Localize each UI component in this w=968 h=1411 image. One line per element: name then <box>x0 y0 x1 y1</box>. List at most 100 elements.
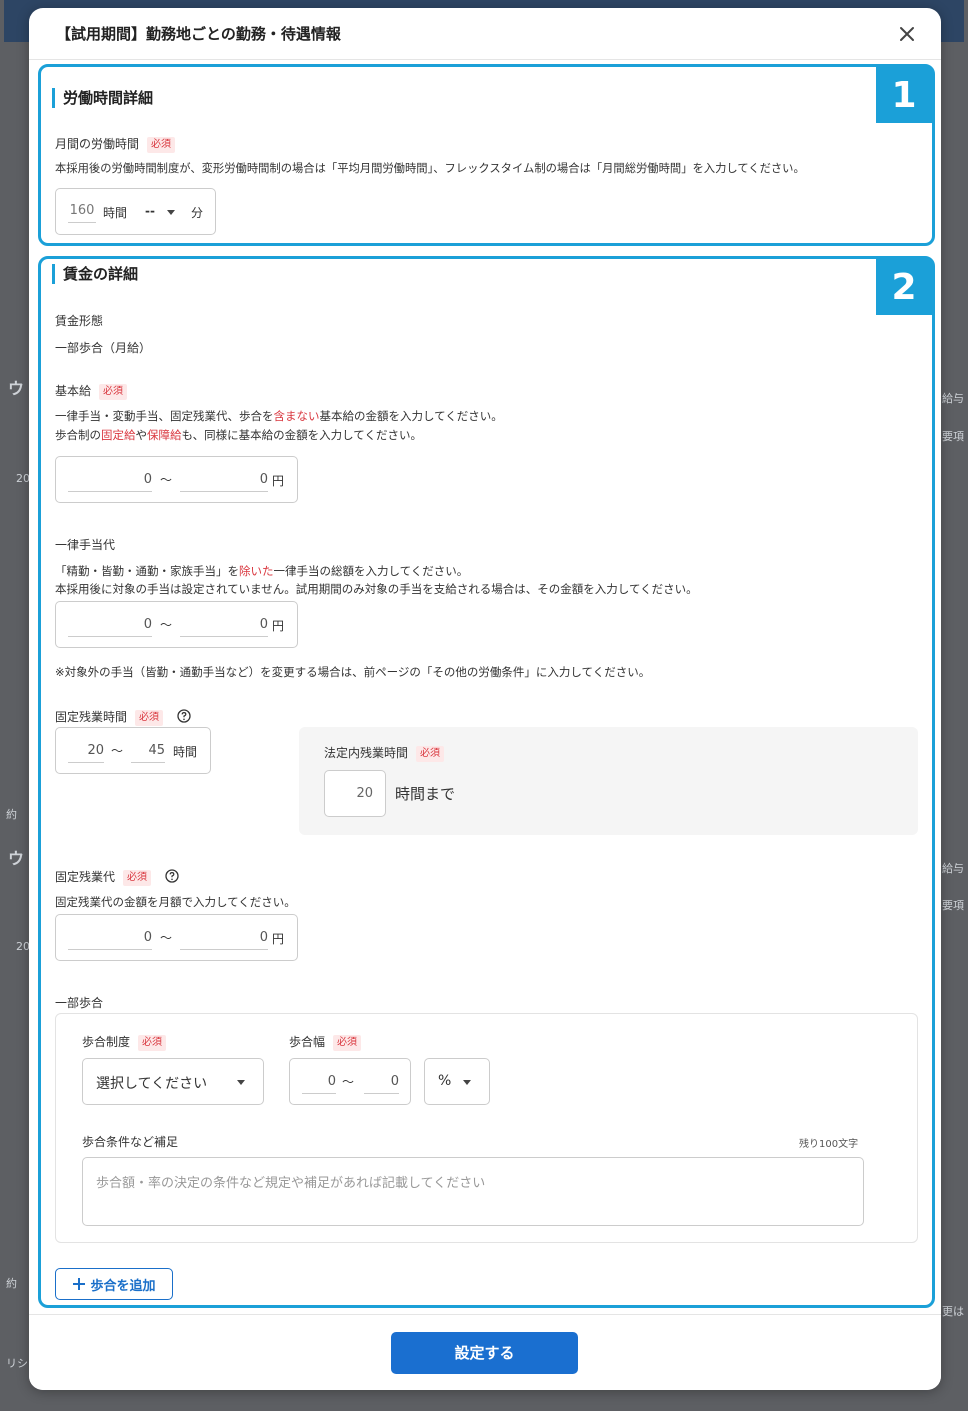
field-description: 本採用後の労働時間制度が、変形労働時間制の場合は「平均月間労働時間」、フレックス… <box>55 162 805 175</box>
add-commission-button[interactable]: 歩合を追加 <box>55 1268 173 1300</box>
close-icon <box>900 27 914 41</box>
background-text: ウ <box>8 379 25 398</box>
field-label-text: 固定残業時間 <box>55 710 128 724</box>
range-tilde: 〜 <box>342 1075 355 1089</box>
background-text: 要項 <box>942 430 964 443</box>
modal-header: 【試用期間】勤務地ごとの勤務・待遇情報 <box>29 8 941 60</box>
commission-unit-select[interactable]: % <box>424 1058 490 1105</box>
required-badge: 必須 <box>416 746 445 762</box>
chevron-down-icon <box>237 1080 245 1085</box>
background-text: 20 <box>16 940 30 953</box>
hours-unit: 時間 <box>103 206 128 220</box>
allowance-min-input[interactable]: 0 <box>68 617 152 637</box>
select-value: 選択してください <box>96 1076 208 1092</box>
background-text: ウ <box>8 849 25 868</box>
field-label: 歩合制度 必須 <box>82 1033 167 1051</box>
wage-type-value: 一部歩合（月給） <box>55 341 152 355</box>
allowance-label: 一律手当代 <box>55 538 116 552</box>
overtime-hours-min-input[interactable]: 20 <box>68 743 104 763</box>
base-salary-range-input: 0 〜 0 円 <box>55 456 298 503</box>
background-text: 更は <box>942 1305 964 1318</box>
field-description: 「精勤・皆勤・通勤・家族手当」を除いた一律手当の総額を入力してください。 <box>55 564 469 578</box>
submit-button[interactable]: 設定する <box>391 1332 578 1374</box>
background-text: 20 <box>16 472 30 485</box>
required-badge: 必須 <box>99 384 128 400</box>
background-text: リシ <box>6 1357 28 1370</box>
minutes-select[interactable]: -- <box>145 204 155 218</box>
required-badge: 必須 <box>123 870 152 886</box>
hours-input[interactable]: 160 <box>68 203 96 223</box>
wage-type-label: 賃金形態 <box>55 314 104 328</box>
base-salary-max-input[interactable]: 0 <box>180 472 268 492</box>
currency-unit: 円 <box>272 619 285 633</box>
field-label-text: 固定残業代 <box>55 870 116 884</box>
plus-icon <box>73 1278 86 1290</box>
fixed-overtime-pay-range: 0 〜 0 円 <box>55 914 298 961</box>
field-label-text: 法定内残業時間 <box>324 746 409 760</box>
field-label: 歩合幅 必須 <box>289 1033 362 1051</box>
overtime-pay-max-input[interactable]: 0 <box>180 930 268 950</box>
select-value: % <box>438 1073 452 1089</box>
commission-label: 一部歩合 <box>55 996 104 1010</box>
field-description: 歩合制の固定給や保障給も、同様に基本給の金額を入力してください。 <box>55 428 422 442</box>
base-salary-min-input[interactable]: 0 <box>68 472 152 492</box>
section-number-badge: 1 <box>876 67 932 123</box>
field-description: 本採用後に対象の手当は設定されていません。試用期間のみ対象の手当を支給される場合… <box>55 582 698 596</box>
hours-unit: 時間 <box>173 745 198 759</box>
settings-modal: 【試用期間】勤務地ごとの勤務・待遇情報 1 労働時間詳細 月間の労働時間 必須 本… <box>29 8 941 1390</box>
textarea-placeholder: 歩合額・率の決定の条件など規定や補足があれば記載してください <box>96 1176 486 1191</box>
allowance-note: ※対象外の手当（皆勤・通勤手当など）を変更する場合は、前ページの「その他の労働条… <box>55 665 651 679</box>
allowance-range-input: 0 〜 0 円 <box>55 601 298 648</box>
range-tilde: 〜 <box>160 618 173 632</box>
section-working-hours: 1 労働時間詳細 月間の労働時間 必須 本採用後の労働時間制度が、変形労働時間制の… <box>38 64 935 246</box>
legal-overtime-unit: 時間まで <box>395 785 456 803</box>
background-text: 給与 <box>942 392 964 405</box>
background-text: 約 <box>6 808 17 821</box>
required-badge: 必須 <box>333 1035 362 1051</box>
help-icon[interactable] <box>177 709 191 723</box>
field-label-text: 歩合制度 <box>82 1035 131 1049</box>
modal-title: 【試用期間】勤務地ごとの勤務・待遇情報 <box>56 25 341 43</box>
section-number-badge: 2 <box>876 259 932 315</box>
range-tilde: 〜 <box>160 931 173 945</box>
close-button[interactable] <box>895 22 919 46</box>
legal-overtime-value: 20 <box>356 786 373 801</box>
modal-footer: 設定する <box>29 1314 941 1390</box>
commission-min-input[interactable]: 0 <box>302 1074 336 1094</box>
legal-overtime-input[interactable]: 20 <box>324 770 386 817</box>
commission-notes-label: 歩合条件など補足 <box>82 1135 179 1149</box>
overtime-pay-min-input[interactable]: 0 <box>68 930 152 950</box>
fixed-overtime-hours-range: 20 〜 45 時間 <box>55 727 211 774</box>
section-title: 賃金の詳細 <box>52 264 138 284</box>
character-counter: 残り100文字 <box>799 1139 859 1150</box>
commission-system-select[interactable]: 選択してください <box>82 1058 264 1105</box>
required-badge: 必須 <box>147 137 176 153</box>
background-text: 約 <box>6 1277 17 1290</box>
required-badge: 必須 <box>138 1035 167 1051</box>
chevron-down-icon <box>463 1080 471 1085</box>
help-icon[interactable] <box>165 869 179 883</box>
field-label-text: 基本給 <box>55 384 92 398</box>
field-label: 法定内残業時間 必須 <box>324 744 445 762</box>
field-description: 一律手当・変動手当、固定残業代、歩合を含まない基本給の金額を入力してください。 <box>55 409 503 423</box>
section-title: 労働時間詳細 <box>52 88 153 108</box>
minutes-unit: 分 <box>191 206 204 220</box>
overtime-hours-max-input[interactable]: 45 <box>131 743 165 763</box>
allowance-max-input[interactable]: 0 <box>180 617 268 637</box>
chevron-down-icon <box>167 210 175 215</box>
currency-unit: 円 <box>272 474 285 488</box>
commission-max-input[interactable]: 0 <box>364 1074 399 1094</box>
field-label: 基本給 必須 <box>55 382 128 400</box>
commission-card: 歩合制度 必須 選択してください 歩合幅 必須 0 〜 0 % 歩合条件など補足 残… <box>55 1013 918 1243</box>
commission-notes-textarea[interactable]: 歩合額・率の決定の条件など規定や補足があれば記載してください <box>82 1157 864 1226</box>
background-text: 要項 <box>942 899 964 912</box>
range-tilde: 〜 <box>111 744 124 758</box>
field-label-text: 歩合幅 <box>289 1035 326 1049</box>
background-text: 給与 <box>942 862 964 875</box>
currency-unit: 円 <box>272 932 285 946</box>
field-label: 固定残業時間 必須 <box>55 708 191 726</box>
required-badge: 必須 <box>135 710 164 726</box>
range-tilde: 〜 <box>160 473 173 487</box>
section-wage-details: 2 賃金の詳細 賃金形態 一部歩合（月給） 基本給 必須 一律手当・変動手当、固定… <box>38 256 935 1308</box>
legal-overtime-panel: 法定内残業時間 必須 20 時間まで <box>299 727 918 835</box>
